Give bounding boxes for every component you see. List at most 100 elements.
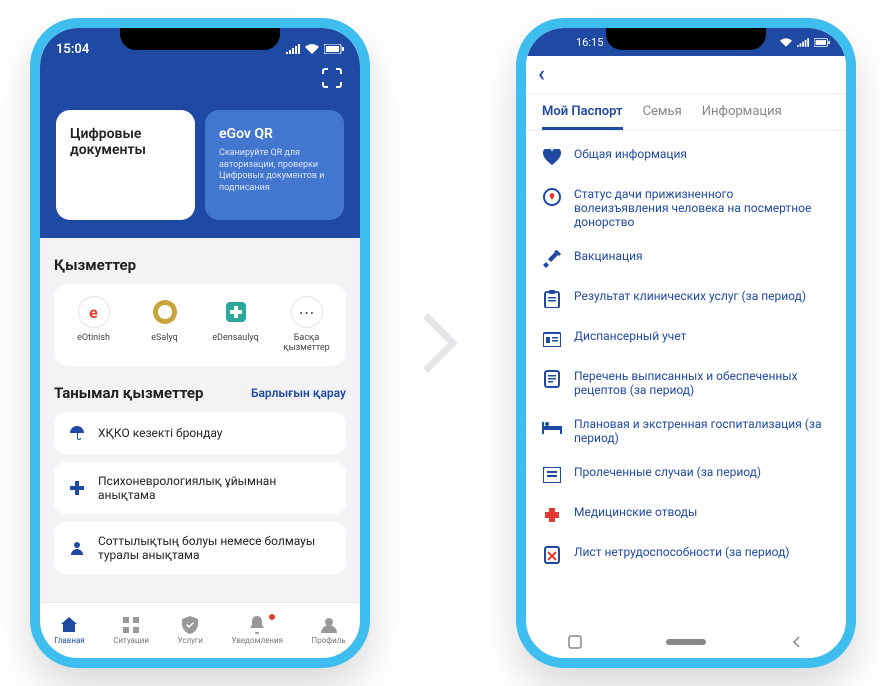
- popular-item[interactable]: Психоневрологиялық ұйымнан анықтама: [54, 462, 346, 514]
- heart-icon: [542, 147, 562, 167]
- digital-documents-card[interactable]: Цифровые документы: [56, 110, 195, 220]
- list-item[interactable]: Плановая и экстренная госпитализация (за…: [526, 407, 846, 455]
- list-item-label: Плановая и экстренная госпитализация (за…: [574, 417, 830, 445]
- status-icons: [780, 38, 830, 47]
- phone-passport: 16:15 ‹ Мой Паспорт Семья Информация Общ…: [516, 18, 856, 668]
- tab-family[interactable]: Семья: [643, 104, 682, 130]
- list-item[interactable]: Результат клинических услуг (за период): [526, 279, 846, 319]
- signal-icon: [286, 44, 300, 54]
- more-icon: ⋯: [291, 296, 323, 328]
- nav-label: Профиль: [312, 636, 346, 645]
- popular-item[interactable]: Соттылықтың болуы немесе болмауы туралы …: [54, 522, 346, 574]
- list-item[interactable]: Общая информация: [526, 137, 846, 177]
- list-item[interactable]: Вакцинация: [526, 239, 846, 279]
- back-button[interactable]: ‹: [538, 62, 545, 87]
- prescription-icon: [542, 369, 562, 389]
- view-all-link[interactable]: Барлығын қарау: [251, 386, 346, 400]
- battery-icon: [814, 38, 830, 47]
- status-time: 16:15: [576, 36, 603, 49]
- nav-label: Уведомления: [231, 636, 283, 645]
- tab-info[interactable]: Информация: [702, 104, 782, 130]
- home-icon: [60, 616, 78, 634]
- person-icon: [68, 539, 86, 557]
- syringe-icon: [542, 249, 562, 269]
- nav-label: Главная: [54, 636, 84, 645]
- device-notch: [120, 28, 280, 50]
- list-item-label: Перечень выписанных и обеспеченных рецеп…: [574, 369, 830, 397]
- medical-list: Общая информация Статус дачи прижизненно…: [526, 131, 846, 626]
- card-title: Цифровые документы: [70, 126, 181, 158]
- service-edensaulyq[interactable]: eDensaulyq: [201, 296, 271, 354]
- page-header: ‹: [526, 56, 846, 94]
- nav-label: Ситуации: [113, 636, 149, 645]
- android-back-icon[interactable]: [790, 635, 804, 649]
- card-desc: Сканируйте QR для авторизации, проверки …: [219, 148, 330, 195]
- service-eotinish[interactable]: e eOtinish: [59, 296, 129, 354]
- list-item[interactable]: Перечень выписанных и обеспеченных рецеп…: [526, 359, 846, 407]
- list-item-label: Диспансерный учет: [574, 329, 686, 343]
- list-item[interactable]: Статус дачи прижизненного волеизъявления…: [526, 177, 846, 239]
- wifi-icon: [780, 38, 792, 47]
- list-item-label: Медицинские отводы: [574, 505, 697, 519]
- android-system-nav: [526, 626, 846, 658]
- card-title: eGov QR: [219, 126, 330, 142]
- battery-icon: [324, 44, 344, 54]
- list-item-label: Статус дачи прижизненного волеизъявления…: [574, 187, 830, 229]
- service-label: eOtinish: [77, 334, 110, 344]
- home-body: Қызметтер e eOtinish eSalyq: [40, 238, 360, 602]
- popular-heading: Танымал қызметтер: [54, 384, 203, 402]
- medical-exemption-icon: [542, 505, 562, 525]
- phone-home: 15:04 Цифровые документы eGov QR Сканиру…: [30, 18, 370, 668]
- edensaulyq-icon: [220, 296, 252, 328]
- plus-icon: [68, 479, 86, 497]
- hospital-bed-icon: [542, 417, 562, 437]
- nav-services[interactable]: Услуги: [178, 616, 203, 645]
- nav-situations[interactable]: Ситуации: [113, 616, 149, 645]
- shield-icon: [181, 616, 199, 634]
- sick-leave-icon: [542, 545, 562, 565]
- donor-icon: [542, 187, 562, 207]
- tab-my-passport[interactable]: Мой Паспорт: [542, 104, 623, 130]
- nav-label: Услуги: [178, 636, 203, 645]
- bell-icon: [248, 616, 266, 634]
- umbrella-icon: [68, 424, 86, 442]
- list-item[interactable]: Диспансерный учет: [526, 319, 846, 359]
- status-time: 15:04: [56, 42, 89, 57]
- service-label: eDensaulyq: [212, 334, 258, 344]
- services-heading: Қызметтер: [54, 256, 346, 274]
- list-item[interactable]: Пролеченные случаи (за период): [526, 455, 846, 495]
- egov-qr-card[interactable]: eGov QR Сканируйте QR для авторизации, п…: [205, 110, 344, 220]
- list-item-label: Лист нетрудоспособности (за период): [574, 545, 789, 559]
- nav-home[interactable]: Главная: [54, 616, 84, 645]
- popular-item-label: Психоневрологиялық ұйымнан анықтама: [98, 474, 332, 502]
- wifi-icon: [305, 44, 319, 54]
- scan-qr-button[interactable]: [322, 68, 342, 88]
- service-label: eSalyq: [151, 334, 178, 344]
- service-esalyq[interactable]: eSalyq: [130, 296, 200, 354]
- register-icon: [542, 329, 562, 349]
- bottom-nav: Главная Ситуации Услуги Уведомления: [40, 602, 360, 658]
- status-icons: [286, 44, 344, 54]
- list-item-label: Общая информация: [574, 147, 687, 161]
- signal-icon: [797, 38, 809, 47]
- eotinish-icon: e: [78, 296, 110, 328]
- list-item-label: Результат клинических услуг (за период): [574, 289, 806, 303]
- grid-icon: [122, 616, 140, 634]
- clipboard-icon: [542, 289, 562, 309]
- notification-badge: [269, 614, 275, 620]
- transition-arrow: [423, 313, 463, 373]
- list-item[interactable]: Медицинские отводы: [526, 495, 846, 535]
- profile-icon: [320, 616, 338, 634]
- android-recent-icon[interactable]: [568, 635, 582, 649]
- services-row: e eOtinish eSalyq eDensaulyq: [54, 284, 346, 366]
- tabs: Мой Паспорт Семья Информация: [526, 94, 846, 131]
- popular-item[interactable]: ХҚКО кезекті брондау: [54, 412, 346, 454]
- android-home-icon[interactable]: [666, 639, 706, 645]
- nav-notifications[interactable]: Уведомления: [231, 616, 283, 645]
- popular-item-label: Соттылықтың болуы немесе болмауы туралы …: [98, 534, 332, 562]
- list-item[interactable]: Лист нетрудоспособности (за период): [526, 535, 846, 575]
- esalyq-icon: [149, 296, 181, 328]
- nav-profile[interactable]: Профиль: [312, 616, 346, 645]
- service-more[interactable]: ⋯ Басқа қызметтер: [272, 296, 342, 354]
- device-notch: [606, 28, 766, 50]
